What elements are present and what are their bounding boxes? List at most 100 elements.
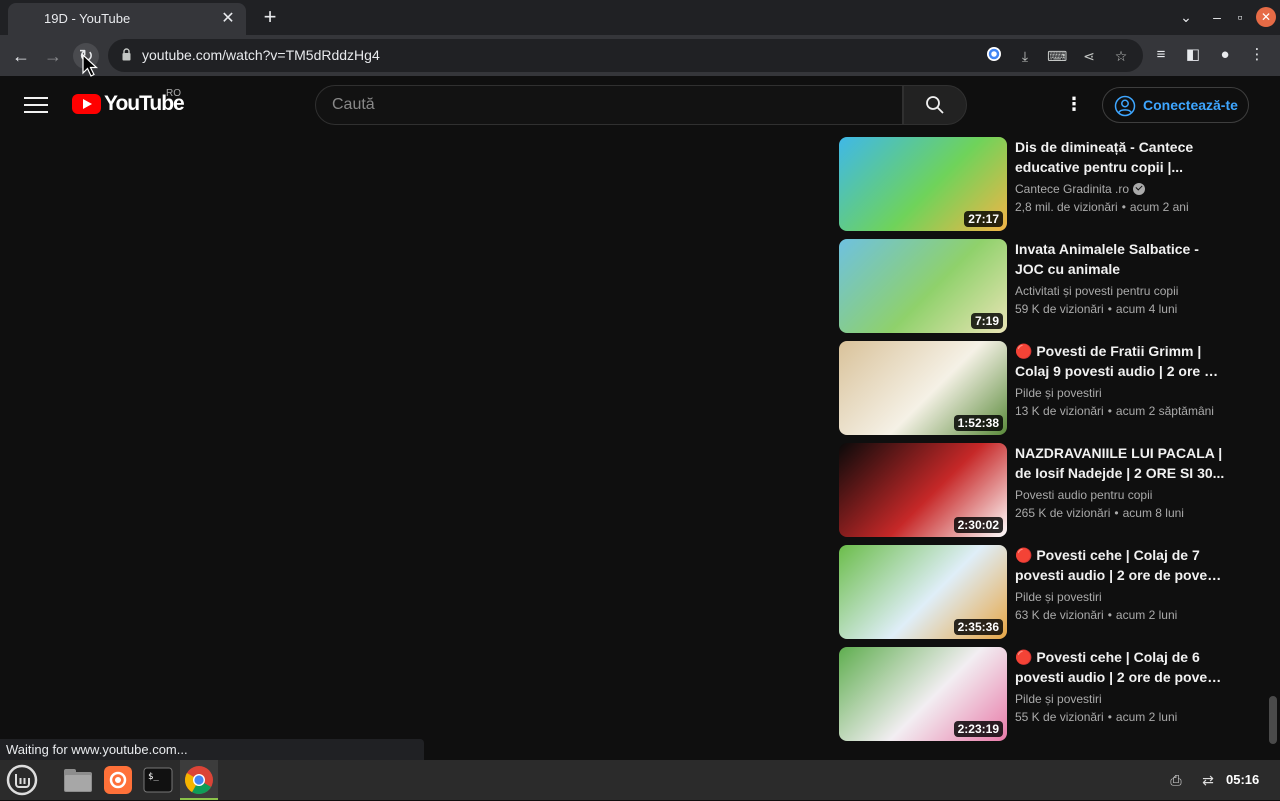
search-box — [315, 85, 903, 125]
maximize-icon[interactable]: ▫ — [1230, 7, 1250, 27]
account-icon — [1114, 95, 1136, 117]
video-metadata: 265 K de vizionări • acum 8 luni — [1015, 506, 1184, 520]
upload-age: acum 2 săptămâni — [1115, 404, 1214, 418]
video-title[interactable]: 🔴 Povesti cehe | Colaj de 7 povesti audio… — [1015, 545, 1225, 585]
video-thumbnail[interactable]: 7:19 — [839, 239, 1007, 333]
meta-separator: • — [1121, 200, 1126, 214]
scrollbar-thumb[interactable] — [1269, 696, 1277, 744]
youtube-header: YouTube RO ⋮ Conectează-te — [0, 76, 1280, 132]
settings-more-icon[interactable]: ⋮ — [1064, 92, 1084, 116]
video-item[interactable]: 27:17 Dis de dimineață - Cantece educative… — [839, 137, 1239, 231]
video-title-line1: 🔴 Povesti de Fratii Grimm | — [1015, 343, 1202, 359]
view-count: 265 K de vizionări — [1015, 506, 1111, 520]
channel-name-text: Cantece Gradinita .ro — [1015, 182, 1130, 196]
install-icon[interactable]: ⤓ — [1015, 46, 1035, 66]
video-metadata: 2,8 mil. de vizionări • acum 2 ani — [1015, 200, 1189, 214]
meta-separator: • — [1107, 404, 1112, 418]
video-metadata: 13 K de vizionări • acum 2 săptămâni — [1015, 404, 1214, 418]
video-title-line2: educative pentru copii |... — [1015, 159, 1184, 175]
video-title[interactable]: Dis de dimineață - Cantece educative pent… — [1015, 137, 1225, 177]
close-window-icon[interactable]: ✕ — [1256, 7, 1276, 27]
video-item[interactable]: 7:19 Invata Animalele Salbatice - JOC cu a… — [839, 239, 1239, 333]
printer-icon[interactable]: ⎙ — [1166, 770, 1186, 790]
video-title-line2: JOC cu animale — [1015, 261, 1121, 277]
page-scrollbar[interactable] — [1266, 76, 1280, 760]
network-icon[interactable]: ⇄ — [1198, 770, 1218, 790]
search-button[interactable] — [903, 85, 967, 125]
youtube-page: YouTube RO ⋮ Conectează-te 27:17 Dis de d… — [0, 76, 1280, 760]
browser-toolbar: ← → ↻ youtube.com/watch?v=TM5dRddzHg4 ⤓ … — [0, 35, 1280, 76]
meta-separator: • — [1114, 506, 1119, 520]
files-icon[interactable] — [62, 764, 94, 796]
tab-close-icon[interactable]: ✕ — [218, 9, 238, 29]
sign-in-button[interactable]: Conectează-te — [1102, 87, 1249, 123]
video-thumbnail[interactable]: 2:23:19 — [839, 647, 1007, 741]
video-item[interactable]: 1:52:38 🔴 Povesti de Fratii Grimm | Colaj … — [839, 341, 1239, 435]
channel-name[interactable]: Pilde și povestiri — [1015, 590, 1102, 604]
video-title[interactable]: Invata Animalele Salbatice - JOC cu anima… — [1015, 239, 1225, 279]
video-title-line2: povesti audio | 2 ore de povest... — [1015, 567, 1225, 583]
menu-icon[interactable] — [24, 94, 48, 114]
video-duration: 1:52:38 — [953, 415, 1003, 431]
mint-menu-icon[interactable] — [6, 764, 38, 796]
clock[interactable]: 05:16 — [1226, 772, 1259, 787]
new-tab-button[interactable]: + — [258, 5, 282, 29]
upload-age: acum 2 luni — [1115, 608, 1178, 622]
back-icon[interactable]: ← — [8, 43, 34, 69]
view-count: 2,8 mil. de vizionări — [1015, 200, 1118, 214]
video-title-line2: povesti audio | 2 ore de povest... — [1015, 669, 1225, 685]
video-title-line1: Dis de dimineață - Cantece — [1015, 139, 1194, 155]
side-panel-icon[interactable]: ◧ — [1182, 44, 1204, 66]
search-icon — [926, 96, 944, 114]
browser-tab-bar: 19D - YouTube ✕ + ⌄ – ▫ ✕ — [0, 0, 1280, 35]
channel-name-text: Pilde și povestiri — [1015, 590, 1102, 604]
media-controls-icon[interactable]: ≡ — [1150, 44, 1172, 66]
google-icon[interactable] — [984, 46, 1004, 66]
minimize-icon[interactable]: – — [1207, 7, 1227, 27]
video-title[interactable]: 🔴 Povesti cehe | Colaj de 6 povesti audio… — [1015, 647, 1225, 687]
video-duration: 2:35:36 — [953, 619, 1003, 635]
translate-icon[interactable]: ⌨ — [1047, 46, 1067, 66]
view-count: 55 K de vizionări — [1015, 710, 1104, 724]
video-item[interactable]: 2:30:02 NAZDRAVANIILE LUI PACALA | de Iosi… — [839, 443, 1239, 537]
bookmark-star-icon[interactable]: ☆ — [1111, 46, 1131, 66]
profile-icon[interactable]: ● — [1214, 44, 1236, 66]
url-text[interactable]: youtube.com/watch?v=TM5dRddzHg4 — [142, 47, 380, 63]
video-thumbnail[interactable]: 1:52:38 — [839, 341, 1007, 435]
tab-search-icon[interactable]: ⌄ — [1176, 7, 1196, 27]
channel-name[interactable]: Pilde și povestiri — [1015, 692, 1102, 706]
view-count: 59 K de vizionări — [1015, 302, 1104, 316]
meta-separator: • — [1107, 302, 1112, 316]
video-duration: 2:23:19 — [953, 721, 1003, 737]
upload-age: acum 8 luni — [1122, 506, 1184, 520]
video-item[interactable]: 2:23:19 🔴 Povesti cehe | Colaj de 6 povest… — [839, 647, 1239, 741]
forward-icon[interactable]: → — [40, 43, 66, 69]
browser-tab[interactable]: 19D - YouTube ✕ — [8, 3, 246, 35]
lock-icon — [122, 48, 131, 61]
video-title[interactable]: NAZDRAVANIILE LUI PACALA | de Iosif Nadej… — [1015, 443, 1225, 483]
video-duration: 7:19 — [970, 313, 1003, 329]
video-item[interactable]: 2:35:36 🔴 Povesti cehe | Colaj de 7 povest… — [839, 545, 1239, 639]
terminal-icon[interactable]: $_ — [142, 764, 174, 796]
firefox-icon[interactable] — [102, 764, 134, 796]
search-input[interactable] — [316, 86, 902, 124]
chrome-task-icon[interactable] — [180, 760, 218, 800]
channel-name[interactable]: Pilde și povestiri — [1015, 386, 1102, 400]
video-duration: 2:30:02 — [953, 517, 1003, 533]
upload-age: acum 2 luni — [1115, 710, 1178, 724]
address-bar[interactable]: youtube.com/watch?v=TM5dRddzHg4 ⤓ ⌨ ⋖ ☆ — [108, 39, 1143, 72]
channel-name[interactable]: Activitati și povesti pentru copii — [1015, 284, 1178, 298]
sign-in-label: Conectează-te — [1143, 97, 1238, 113]
video-title[interactable]: 🔴 Povesti de Fratii Grimm | Colaj 9 poves… — [1015, 341, 1225, 381]
share-icon[interactable]: ⋖ — [1079, 46, 1099, 66]
browser-menu-icon[interactable]: ⋮ — [1246, 44, 1268, 66]
video-title-line2: Colaj 9 povesti audio | 2 ore de... — [1015, 363, 1225, 379]
video-thumbnail[interactable]: 2:35:36 — [839, 545, 1007, 639]
meta-separator: • — [1107, 608, 1112, 622]
channel-name[interactable]: Povesti audio pentru copii — [1015, 488, 1152, 502]
video-thumbnail[interactable]: 2:30:02 — [839, 443, 1007, 537]
video-thumbnail[interactable]: 27:17 — [839, 137, 1007, 231]
upload-age: acum 2 ani — [1129, 200, 1189, 214]
video-title-line1: Invata Animalele Salbatice - — [1015, 241, 1199, 257]
channel-name[interactable]: Cantece Gradinita .ro — [1015, 182, 1146, 196]
